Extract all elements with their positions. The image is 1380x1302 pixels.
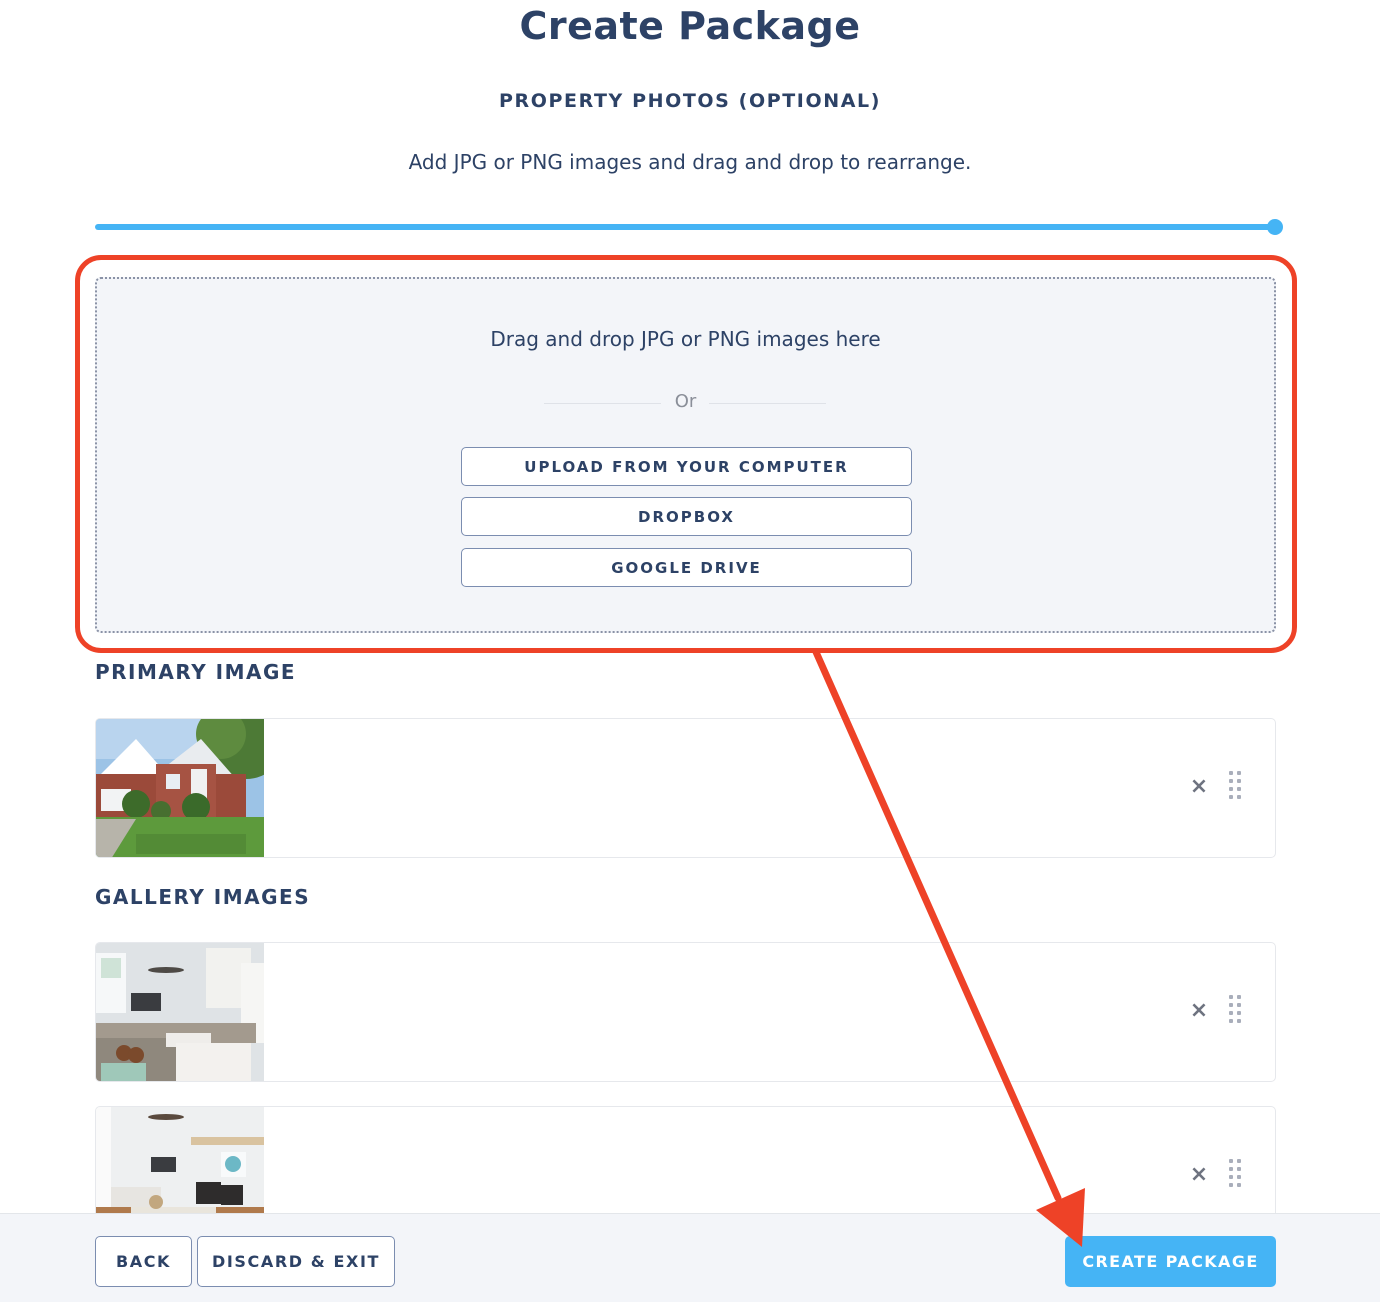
progress-knob (1267, 219, 1283, 235)
back-button[interactable]: BACK (95, 1236, 192, 1287)
remove-image-button[interactable]: × (1189, 776, 1209, 798)
image-list-item[interactable]: × (95, 942, 1276, 1082)
drag-handle-icon[interactable] (1229, 1159, 1245, 1191)
dropbox-button[interactable]: DROPBOX (461, 497, 912, 536)
footer-bar: BACK DISCARD & EXIT CREATE PACKAGE (0, 1213, 1380, 1302)
kitchen-thumbnail (96, 943, 264, 1081)
section-subtitle: Add JPG or PNG images and drag and drop … (408, 150, 972, 174)
dropzone-prompt: Drag and drop JPG or PNG images here (490, 327, 881, 351)
google-drive-button[interactable]: GOOGLE DRIVE (461, 548, 912, 587)
photo-dropzone[interactable]: Drag and drop JPG or PNG images here Or … (95, 277, 1276, 633)
gallery-images-label: GALLERY IMAGES (95, 885, 311, 909)
primary-image-label: PRIMARY IMAGE (95, 660, 297, 684)
or-divider: Or (97, 391, 1274, 415)
divider-line (709, 403, 826, 404)
image-list-item[interactable]: × (95, 718, 1276, 858)
section-title: PROPERTY PHOTOS (OPTIONAL) (498, 90, 882, 112)
discard-exit-button[interactable]: DISCARD & EXIT (197, 1236, 395, 1287)
drag-handle-icon[interactable] (1229, 771, 1245, 803)
progress-bar (95, 224, 1277, 230)
upload-from-computer-button[interactable]: UPLOAD FROM YOUR COMPUTER (461, 447, 912, 486)
drag-handle-icon[interactable] (1229, 995, 1245, 1027)
remove-image-button[interactable]: × (1189, 1000, 1209, 1022)
house-exterior-thumbnail (96, 719, 264, 857)
page-title: Create Package (519, 4, 861, 48)
or-label: Or (674, 391, 697, 412)
remove-image-button[interactable]: × (1189, 1164, 1209, 1186)
create-package-button[interactable]: CREATE PACKAGE (1065, 1236, 1276, 1287)
